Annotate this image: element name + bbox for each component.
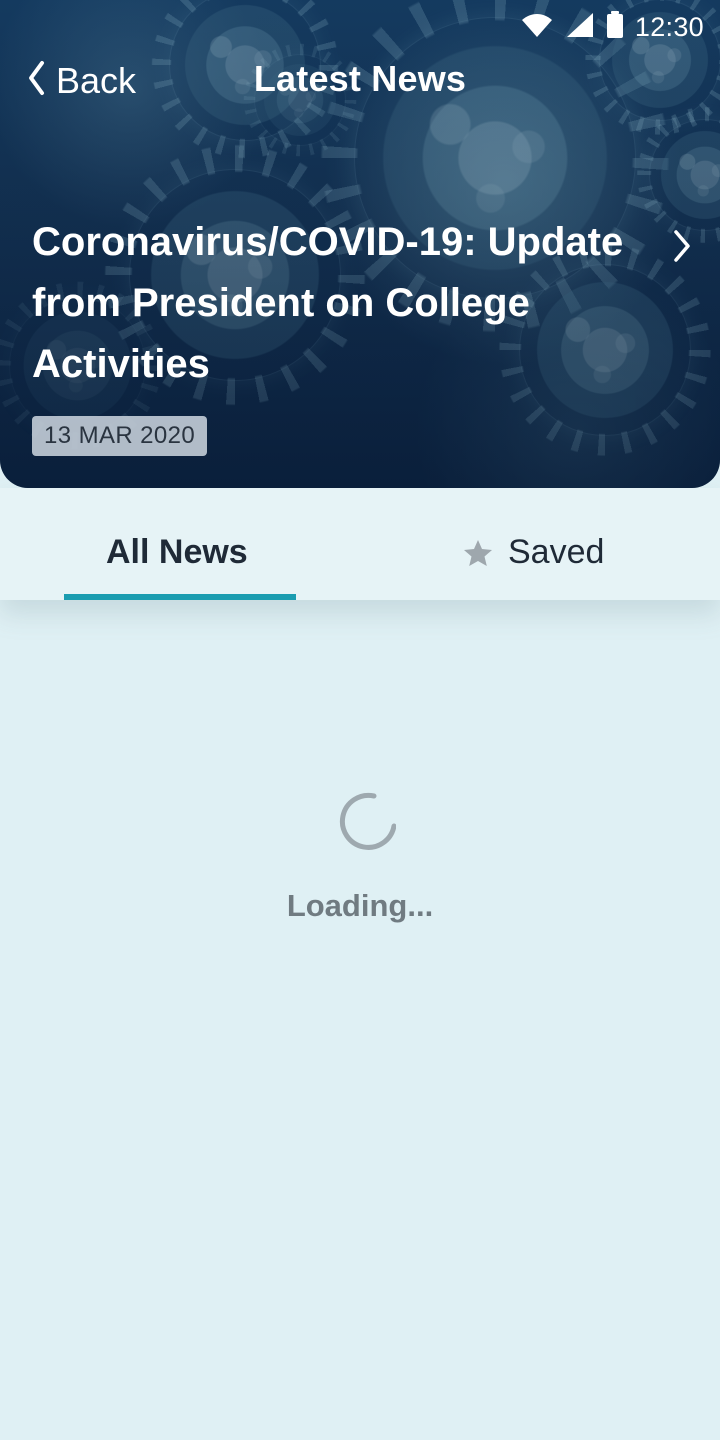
status-icons: 12:30: [519, 10, 704, 45]
news-content: Loading...: [0, 600, 720, 1440]
featured-next-button[interactable]: [670, 226, 694, 271]
tab-saved[interactable]: Saved: [430, 488, 680, 600]
chevron-right-icon: [670, 230, 694, 270]
top-navigation: Back Latest News: [0, 50, 720, 110]
featured-story-title: Coronavirus/COVID-19: Update from Presid…: [32, 220, 624, 386]
active-tab-indicator: [64, 594, 296, 600]
news-tabs: All News Saved: [0, 488, 720, 600]
story-date-badge: 13 MAR 2020: [32, 416, 208, 456]
status-time: 12:30: [634, 12, 704, 42]
battery-icon: [605, 10, 625, 45]
star-icon: [462, 538, 494, 573]
loading-spinner-icon: [320, 782, 397, 858]
signal-icon: [565, 11, 595, 44]
tab-saved-label: Saved: [508, 533, 605, 571]
wifi-icon: [519, 11, 555, 44]
tab-all-news-label: All News: [106, 533, 248, 571]
tab-all-news[interactable]: All News: [64, 488, 296, 600]
loading-text: Loading...: [286, 888, 434, 923]
featured-story[interactable]: Coronavirus/COVID-19: Update from Presid…: [32, 212, 652, 395]
featured-hero[interactable]: 12:30 Back Latest News Coronavirus/COVID…: [0, 0, 720, 488]
page-title: Latest News: [253, 58, 467, 99]
status-bar: 12:30: [500, 0, 720, 48]
